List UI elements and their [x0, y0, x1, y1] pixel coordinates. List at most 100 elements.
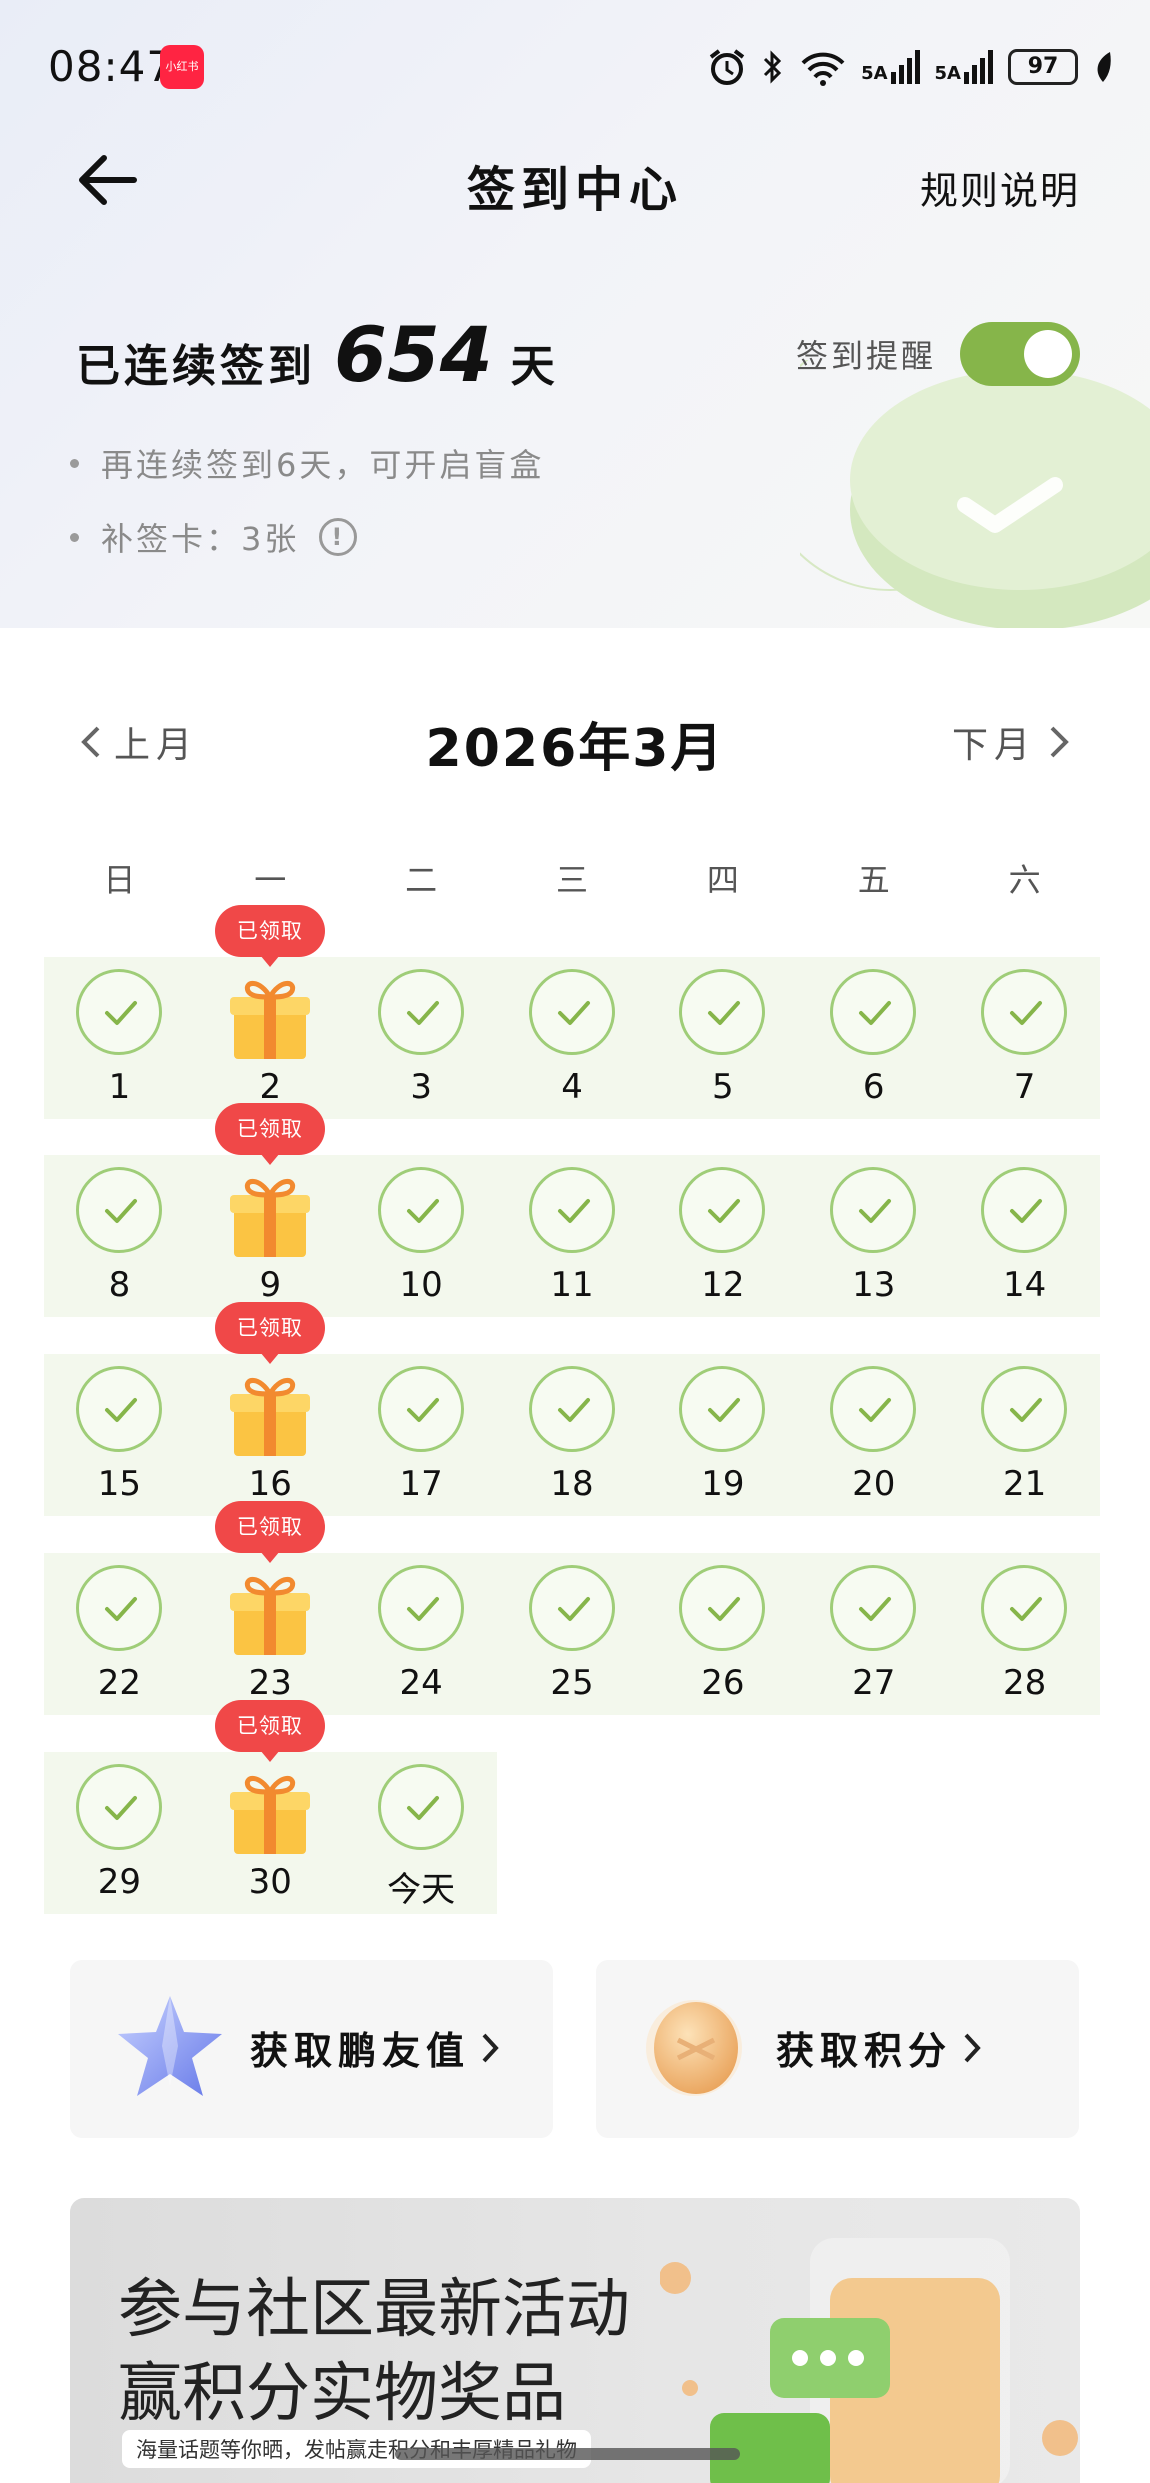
day-number: 7	[1013, 1067, 1036, 1107]
checked-in-icon	[679, 1565, 766, 1651]
day-number: 26	[701, 1663, 745, 1703]
gift-box-icon	[229, 1577, 310, 1655]
calendar-day[interactable]: 26	[647, 1553, 798, 1715]
checked-in-icon	[76, 1167, 162, 1253]
day-number: 12	[701, 1265, 745, 1305]
calendar-day[interactable]: 27	[798, 1553, 949, 1715]
signal-label: 5A	[861, 63, 888, 84]
star-crystal-icon	[118, 1996, 222, 2096]
checked-in-icon	[981, 1366, 1068, 1452]
checked-in-icon	[679, 1167, 766, 1253]
calendar-day[interactable]: 29	[44, 1752, 195, 1914]
weekday-header: 日 一 二 三 四 五 六	[44, 855, 1100, 901]
streak-days: 654	[334, 310, 493, 399]
chevron-right-icon	[964, 2033, 981, 2062]
calendar-day[interactable]: 18	[497, 1354, 648, 1516]
checked-in-icon	[76, 1366, 162, 1452]
card-label: 获取积分	[776, 2020, 982, 2075]
weekday-label: 四	[706, 861, 739, 899]
checked-in-icon	[76, 1565, 162, 1651]
day-number: 1	[108, 1067, 131, 1107]
calendar-day[interactable]: 19	[647, 1354, 798, 1516]
calendar-day[interactable]: 14	[949, 1155, 1100, 1317]
next-month-button[interactable]: 下月	[952, 716, 1070, 768]
banner-title-line: 参与社区最新活动	[118, 2273, 630, 2347]
day-number: 23	[248, 1663, 292, 1703]
day-number: 30	[248, 1862, 292, 1902]
weekday-label: 二	[405, 861, 438, 899]
bullet-dot	[70, 458, 79, 468]
calendar-day[interactable]: 已领取 30	[195, 1700, 346, 1914]
calendar-day[interactable]: 7	[949, 957, 1100, 1119]
week-row: 1 已领取 2 3 4 5 6 7	[44, 905, 1101, 1119]
calendar-day[interactable]: 13	[798, 1155, 949, 1317]
calendar-day[interactable]: 20	[798, 1354, 949, 1516]
rules-link[interactable]: 规则说明	[920, 160, 1080, 215]
claimed-badge: 已领取	[214, 1501, 325, 1563]
activity-banner[interactable]: 参与社区最新活动 赢积分实物奖品 海量话题等你晒，发帖赢走积分和丰厚精品礼物	[70, 2198, 1080, 2483]
checked-in-icon	[528, 1167, 615, 1253]
reminder-toggle[interactable]	[960, 322, 1080, 386]
streak-summary: 已连续签到 654 天	[76, 310, 555, 399]
checked-in-icon	[528, 1366, 615, 1452]
calendar-day[interactable]: 已领取 23	[195, 1501, 346, 1715]
calendar-day[interactable]: 15	[44, 1354, 195, 1516]
weekday-label: 一	[254, 861, 287, 899]
claimed-badge: 已领取	[214, 905, 325, 967]
calendar-day[interactable]: 21	[949, 1354, 1100, 1516]
calendar-day[interactable]: 25	[497, 1553, 648, 1715]
card-label-text: 获取鹏友值	[250, 2029, 471, 2073]
checked-in-icon	[981, 969, 1068, 1055]
weekday-label: 日	[103, 861, 136, 899]
calendar-day[interactable]: 1	[44, 957, 195, 1119]
checked-in-icon	[377, 1565, 464, 1651]
streak-suffix: 天	[510, 341, 555, 392]
calendar-day[interactable]: 6	[798, 957, 949, 1119]
checked-in-icon	[528, 1565, 615, 1651]
battery-icon: 97	[1008, 49, 1078, 85]
week-row: 22 已领取 23 24 25 26 27 28	[44, 1501, 1101, 1715]
checked-in-icon	[528, 969, 615, 1055]
chevron-right-icon	[1050, 726, 1069, 758]
calendar-day[interactable]: 已领取 9	[195, 1103, 346, 1317]
calendar-day[interactable]: 28	[949, 1553, 1100, 1715]
calendar-day[interactable]: 17	[346, 1354, 497, 1516]
checked-in-icon	[76, 969, 162, 1055]
day-number: 21	[1002, 1464, 1047, 1504]
day-number: 2	[259, 1067, 282, 1107]
calendar-day[interactable]: 8	[44, 1155, 195, 1317]
day-number: 19	[701, 1464, 745, 1504]
calendar-day[interactable]: 24	[346, 1553, 497, 1715]
calendar-day[interactable]: 已领取 16	[195, 1302, 346, 1516]
reminder-label: 签到提醒	[795, 337, 936, 375]
get-points-card[interactable]: 获取积分	[596, 1960, 1079, 2138]
card-label-text: 获取积分	[776, 2029, 953, 2073]
gift-box-icon	[229, 981, 310, 1059]
calendar-day[interactable]: 4	[497, 957, 648, 1119]
calendar-day[interactable]: 3	[346, 957, 497, 1119]
calendar-day[interactable]: 今天	[346, 1752, 497, 1914]
day-number: 11	[550, 1265, 594, 1305]
bullet-dot	[70, 532, 79, 542]
day-number: 9	[259, 1265, 282, 1305]
calendar-day[interactable]: 已领取 2	[195, 905, 346, 1119]
info-icon[interactable]: !	[319, 518, 358, 556]
checked-in-icon	[76, 1764, 162, 1850]
wifi-icon	[801, 52, 845, 86]
weekday-label: 三	[556, 861, 589, 899]
month-navigation: 上月 2026年3月 下月	[0, 700, 1150, 780]
calendar-day[interactable]: 22	[44, 1553, 195, 1715]
checked-in-icon	[377, 1366, 464, 1452]
day-number: 13	[852, 1265, 896, 1305]
signal-icon-1: 5A	[861, 50, 920, 84]
home-indicator[interactable]	[395, 2448, 740, 2460]
gold-coin-icon	[646, 2000, 742, 2096]
calendar-day[interactable]: 11	[497, 1155, 648, 1317]
get-friend-value-card[interactable]: 获取鹏友值	[70, 1960, 553, 2138]
calendar-day[interactable]: 5	[647, 957, 798, 1119]
status-bar: 08:47 小红书 5A 5A 97	[0, 0, 1150, 135]
banner-title-line: 赢积分实物奖品	[118, 2357, 566, 2431]
day-number: 24	[399, 1663, 443, 1703]
calendar-day[interactable]: 10	[346, 1155, 497, 1317]
calendar-day[interactable]: 12	[647, 1155, 798, 1317]
